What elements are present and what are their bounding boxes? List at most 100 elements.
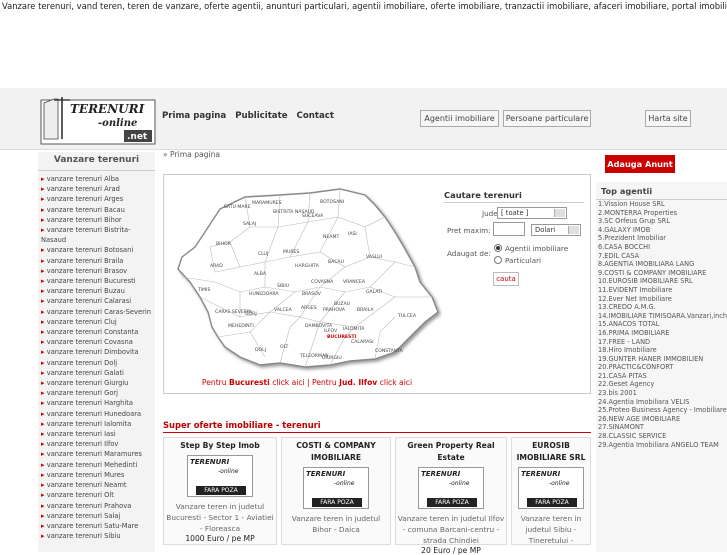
county-label[interactable]: CALARASI [351,339,374,345]
add-listing-button[interactable]: Adauga Anunt [605,155,675,173]
county-link[interactable]: vanzare terenuri Mures [38,470,155,480]
county-label[interactable]: HARGHITA [295,263,320,269]
agency-link[interactable]: 28.CLASSIC SERVICE [598,432,727,441]
county-label[interactable]: NEAMT [323,234,339,240]
agency-link[interactable]: 22.Geset Agency [598,380,727,389]
county-label[interactable]: IASI [348,231,357,237]
agency-link[interactable]: 17.FREE - LAND [598,338,727,347]
agency-link[interactable]: 18.Hiro Imobiliare [598,346,727,355]
county-link[interactable]: vanzare terenuri Gorj [38,388,155,398]
agency-link[interactable]: 27.SINAMONT [598,423,727,432]
county-link[interactable]: vanzare terenuri Mehedinti [38,460,155,470]
county-label[interactable]: VALCEA [274,307,293,313]
county-link[interactable]: vanzare terenuri Ialomita [38,419,155,429]
county-label[interactable]: OLT [280,344,289,350]
county-label[interactable]: SIBIU [277,283,289,289]
agency-link[interactable]: 14.IMOBILIARE TIMISOARA.Vanzari,inchirie… [598,312,727,321]
county-link[interactable]: vanzare terenuri Arges [38,194,155,204]
county-label[interactable]: DOLJ [255,347,266,353]
breadcrumb[interactable]: » Prima pagina [163,150,220,159]
site-logo[interactable]: TERENURI -online .net [40,91,156,147]
agency-link[interactable]: 21.CASA PITAS [598,372,727,381]
county-link[interactable]: vanzare terenuri Salaj [38,511,155,521]
county-link[interactable]: vanzare terenuri Cluj [38,317,155,327]
county-link[interactable]: vanzare terenuri Caras-Severin [38,307,155,317]
county-label[interactable]: CLUJ [258,251,268,257]
offer-agency[interactable]: EUROSIB IMOBILIARE SRL [512,438,590,464]
offer-thumbnail[interactable]: TERENURI -online FARA POZA [187,455,253,497]
agency-link[interactable]: 12.Ever Net Imobiliare [598,295,727,304]
search-button[interactable]: cauta [493,272,519,286]
county-link[interactable]: vanzare terenuri Sibiu [38,531,155,541]
county-link[interactable]: vanzare terenuri Bihor [38,215,155,225]
offer-agency[interactable]: COSTI & COMPANY IMOBILIARE [282,438,390,464]
agency-link[interactable]: 29.Agentia Imobiliara ANGELO TEAM [598,441,727,450]
link-bucuresti[interactable]: Bucuresti [229,378,270,387]
judet-select[interactable]: [ toate ] [497,207,567,219]
county-link[interactable]: vanzare terenuri Harghita [38,398,155,408]
agency-link[interactable]: 5.Prezident Imobiliar [598,234,727,243]
county-link[interactable]: vanzare terenuri Brasov [38,266,155,276]
county-label[interactable]: VRANCEA [343,279,366,285]
county-label[interactable]: GIURGIU [322,355,342,361]
county-label[interactable]: BISTRITA NASAUD [273,209,315,215]
pret-maxim-input[interactable] [493,222,525,236]
agency-link[interactable]: 11.EVIDENT Imobiliare [598,286,727,295]
agency-link[interactable]: 3.SC Orfeus Grup SRL [598,217,727,226]
county-label[interactable]: BIHOR [216,241,232,247]
county-link[interactable]: vanzare terenuri Ilfov [38,439,155,449]
link-jud-ilfov[interactable]: Jud. Ilfov [339,378,377,387]
county-label[interactable]: CONSTANTA [375,348,404,354]
radio-agentii[interactable] [494,244,502,252]
offer-card[interactable]: Step By Step Imob TERENURI -online FARA PO… [163,437,277,545]
county-label[interactable]: VASLUI [366,254,382,260]
agency-link[interactable]: 26.NEW AGE IMOBILIARE [598,415,727,424]
agency-link[interactable]: 23.bis 2001 [598,389,727,398]
nav-contact[interactable]: Contact [297,111,334,121]
county-link[interactable]: vanzare terenuri Braila [38,256,155,266]
county-link[interactable]: vanzare terenuri Satu-Mare [38,521,155,531]
county-link[interactable]: vanzare terenuri Constanta [38,327,155,337]
radio-particulari[interactable] [494,256,502,264]
county-link[interactable]: vanzare terenuri Neamt [38,480,155,490]
county-link[interactable]: vanzare terenuri Arad [38,184,155,194]
offer-thumbnail[interactable]: TERENURI -online FARA POZA [418,467,484,509]
county-label[interactable]: ARAD [210,263,223,269]
county-label[interactable]: HUNEDOARA [249,291,279,297]
county-label[interactable]: IALOMITA [343,326,365,332]
county-label[interactable]: TIMIS [197,287,210,293]
county-label[interactable]: SATU MARE [224,204,251,210]
county-label[interactable]: PRAHOVA [323,307,346,313]
agency-link[interactable]: 25.Proteo Business Agency - Imobiliare [598,406,727,415]
agency-link[interactable]: 9.COSTI & COMPANY IMOBILIARE [598,269,727,278]
county-label[interactable]: TULCEA [397,313,417,319]
county-link[interactable]: vanzare terenuri Calarasi [38,296,155,306]
offer-thumbnail[interactable]: TERENURI -online FARA POZA [518,467,584,509]
county-label[interactable]: GORJ [245,311,257,317]
romania-map[interactable]: SATU MAREMARAMURES BOTOSANISUCEAVABISTRIT… [170,187,442,375]
agency-link[interactable]: 10.EUROSIB IMOBILIARE SRL [598,277,727,286]
county-link[interactable]: vanzare terenuri Covasna [38,337,155,347]
county-label[interactable]: SALAJ [243,221,256,227]
county-label[interactable]: MURES [283,249,299,255]
map-caption[interactable]: Pentru Bucuresti click aici | Pentru Jud… [164,378,450,387]
county-link[interactable]: vanzare terenuri Iasi [38,429,155,439]
county-label[interactable]: BACAU [328,259,344,265]
county-link[interactable]: vanzare terenuri Bacau [38,205,155,215]
county-label[interactable]: ARGES [301,305,317,311]
county-link[interactable]: vanzare terenuri Bucuresti [38,276,155,286]
offer-card[interactable]: Green Property Real Estate TERENURI -onli… [395,437,507,555]
nav-prima-pagina[interactable]: Prima pagina [162,111,226,121]
agency-link[interactable]: 1.Vission House SRL [598,200,727,209]
county-label[interactable]: MARAMURES [252,200,282,206]
tab-agentii-imobiliare[interactable]: Agentii imobiliare [420,110,499,127]
agency-link[interactable]: 2.MONTERRA Properties [598,209,727,218]
county-label[interactable]: GALATI [366,289,382,295]
agency-link[interactable]: 7.EDIL CASA [598,252,727,261]
agency-link[interactable]: 4.GALAXY IMOB [598,226,727,235]
county-link[interactable]: vanzare terenuri Galati [38,368,155,378]
county-link[interactable]: vanzare terenuri Bistrita-Nasaud [38,225,155,245]
agency-link[interactable]: 20.PRACTIC&CONFORT [598,363,727,372]
county-link[interactable]: vanzare terenuri Buzau [38,286,155,296]
agency-link[interactable]: 8.AGENTIA IMOBILIARA LANG [598,260,727,269]
